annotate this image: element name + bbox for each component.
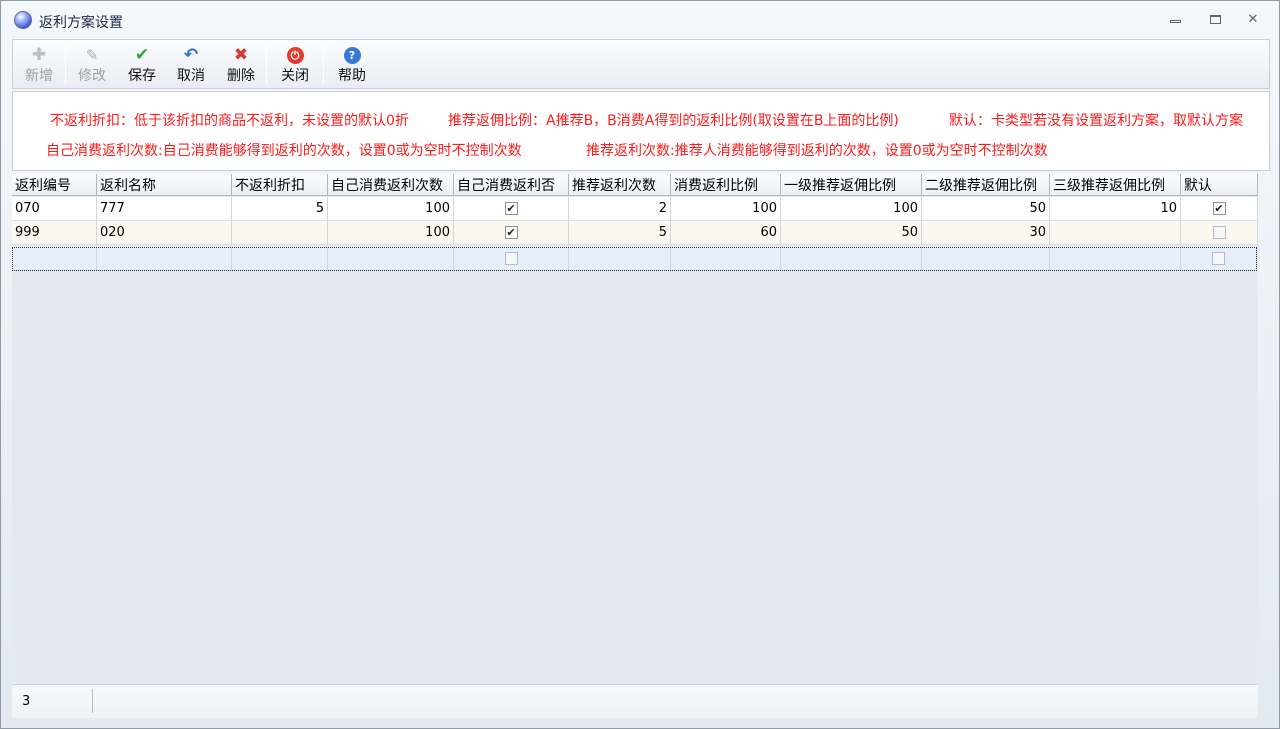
table-row[interactable]: 070 777 5 100 ✔ 2 100 100 50 10 ✔ (12, 197, 1258, 221)
note-referral-commission: 推荐返佣比例：A推荐B，B消费A得到的返利比例(取设置在B上面的比例) (448, 113, 899, 129)
maximize-icon (1209, 15, 1221, 24)
edit-button[interactable]: ✎ 修改 (66, 40, 118, 88)
cell-default[interactable] (1181, 221, 1258, 245)
edit-icon: ✎ (85, 46, 99, 64)
note-referral-rebate-times: 推荐返利次数:推荐人消费能够得到返利的次数，设置0或为空时不控制次数 (586, 143, 1048, 159)
cell-self-times[interactable] (328, 247, 454, 271)
window-title: 返利方案设置 (39, 15, 123, 31)
column-header[interactable]: 一级推荐返佣比例 (781, 174, 922, 196)
status-bar: 3 (12, 684, 1258, 718)
rebate-plan-grid: 返利编号 返利名称 不返利折扣 自己消费返利次数 自己消费返利否 推荐返利次数 … (12, 174, 1258, 681)
status-divider (92, 689, 93, 713)
help-button[interactable]: ? 帮助 (324, 40, 380, 88)
cell-name[interactable]: 020 (97, 221, 232, 245)
add-button[interactable]: ✚ 新增 (13, 40, 65, 88)
help-button-label: 帮助 (338, 68, 366, 84)
note-no-rebate-discount: 不返利折扣：低于该折扣的商品不返利，未设置的默认0折 (50, 113, 409, 129)
record-count: 3 (22, 694, 31, 709)
note-default: 默认：卡类型若没有设置返利方案，取默认方案 (949, 113, 1243, 129)
table-row[interactable]: 999 020 100 ✔ 5 60 50 30 (12, 221, 1258, 245)
cell-rebate-ratio[interactable] (671, 247, 781, 271)
cell-default[interactable]: ✔ (1181, 197, 1258, 221)
column-header[interactable]: 自己消费返利次数 (328, 174, 454, 196)
cell-lvl1[interactable]: 50 (781, 221, 922, 245)
save-button[interactable]: ✔ 保存 (118, 40, 166, 88)
close-window-button[interactable]: ✕ (1244, 12, 1262, 28)
undo-icon: ↶ (183, 45, 199, 65)
column-header[interactable]: 推荐返利次数 (569, 174, 671, 196)
cell-self-rebate[interactable]: ✔ (454, 221, 569, 245)
close-button-label: 关闭 (281, 68, 309, 84)
minimize-icon (1169, 20, 1181, 23)
cell-lvl3[interactable] (1050, 221, 1181, 245)
cell-code[interactable] (12, 247, 97, 271)
column-header[interactable]: 默认 (1181, 174, 1258, 196)
cell-lvl2[interactable] (922, 247, 1050, 271)
cell-name[interactable] (97, 247, 232, 271)
rebate-settings-window: 返利方案设置 ✕ ✚ 新增 ✎ 修改 ✔ 保存 ↶ 取消 ✖ 删除 ⏻ 关闭 ?… (0, 0, 1280, 729)
save-button-label: 保存 (128, 68, 156, 84)
cell-lvl2[interactable]: 30 (922, 221, 1050, 245)
cell-rebate-ratio[interactable]: 100 (671, 197, 781, 221)
cell-lvl1[interactable] (781, 247, 922, 271)
minimize-button[interactable] (1166, 12, 1184, 28)
column-header[interactable]: 返利编号 (12, 174, 97, 196)
column-header[interactable]: 不返利折扣 (232, 174, 328, 196)
cancel-button[interactable]: ↶ 取消 (166, 40, 216, 88)
cell-self-times[interactable]: 100 (328, 197, 454, 221)
cell-discount[interactable]: 5 (232, 197, 328, 221)
cell-discount[interactable] (232, 247, 328, 271)
plus-icon: ✚ (31, 45, 47, 65)
toolbar: ✚ 新增 ✎ 修改 ✔ 保存 ↶ 取消 ✖ 删除 ⏻ 关闭 ? 帮助 (12, 39, 1270, 89)
column-header[interactable]: 返利名称 (97, 174, 232, 196)
help-icon: ? (342, 46, 362, 64)
cell-name[interactable]: 777 (97, 197, 232, 221)
delete-button-label: 删除 (227, 68, 255, 84)
note-self-rebate-times: 自己消费返利次数:自己消费能够得到返利的次数，设置0或为空时不控制次数 (46, 143, 522, 159)
cell-code[interactable]: 999 (12, 221, 97, 245)
self-rebate-checkbox[interactable] (504, 252, 518, 265)
cell-ref-times[interactable]: 5 (569, 221, 671, 245)
delete-button[interactable]: ✖ 删除 (216, 40, 266, 88)
cell-default[interactable] (1181, 247, 1257, 271)
cell-ref-times[interactable] (569, 247, 671, 271)
cell-lvl1[interactable]: 100 (781, 197, 922, 221)
column-header[interactable]: 消费返利比例 (671, 174, 781, 196)
default-checkbox[interactable]: ✔ (1212, 202, 1226, 215)
self-rebate-checkbox[interactable]: ✔ (504, 202, 518, 215)
edit-button-label: 修改 (78, 68, 106, 84)
close-icon: ✕ (1247, 12, 1259, 27)
check-icon: ✔ (134, 45, 150, 65)
column-header[interactable]: 二级推荐返佣比例 (922, 174, 1050, 196)
cell-self-rebate[interactable] (454, 247, 569, 271)
column-header[interactable]: 三级推荐返佣比例 (1050, 174, 1181, 196)
cancel-button-label: 取消 (177, 68, 205, 84)
column-header[interactable]: 自己消费返利否 (454, 174, 569, 196)
title-bar[interactable]: 返利方案设置 ✕ (1, 1, 1279, 37)
cell-code[interactable]: 070 (12, 197, 97, 221)
default-checkbox[interactable] (1212, 226, 1226, 239)
cell-lvl2[interactable]: 50 (922, 197, 1050, 221)
grid-header: 返利编号 返利名称 不返利折扣 自己消费返利次数 自己消费返利否 推荐返利次数 … (12, 174, 1258, 198)
cell-lvl3[interactable]: 10 (1050, 197, 1181, 221)
cell-self-rebate[interactable]: ✔ (454, 197, 569, 221)
cell-ref-times[interactable]: 2 (569, 197, 671, 221)
self-rebate-checkbox[interactable]: ✔ (504, 226, 518, 239)
default-checkbox[interactable] (1212, 252, 1225, 265)
table-row-new[interactable] (12, 247, 1257, 271)
cell-rebate-ratio[interactable]: 60 (671, 221, 781, 245)
cell-self-times[interactable]: 100 (328, 221, 454, 245)
add-button-label: 新增 (25, 68, 53, 84)
maximize-button[interactable] (1206, 12, 1224, 28)
cell-lvl3[interactable] (1050, 247, 1181, 271)
close-button[interactable]: ⏻ 关闭 (267, 40, 323, 88)
power-icon: ⏻ (285, 46, 305, 64)
notes-panel: 不返利折扣：低于该折扣的商品不返利，未设置的默认0折 推荐返佣比例：A推荐B，B… (12, 91, 1270, 171)
delete-icon: ✖ (233, 45, 249, 65)
cell-discount[interactable] (232, 221, 328, 245)
app-globe-icon (14, 11, 32, 29)
